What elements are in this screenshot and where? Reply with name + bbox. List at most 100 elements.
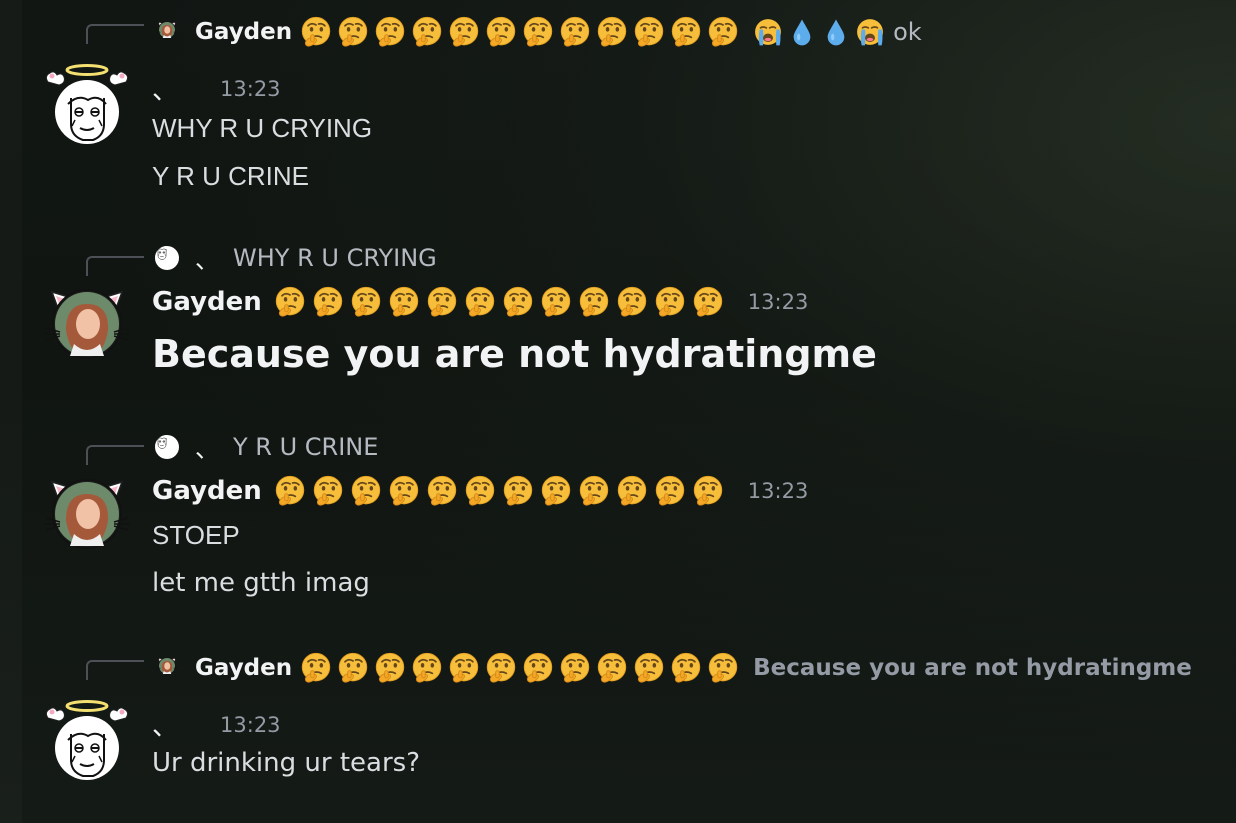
thinking-face-icon [670, 16, 702, 48]
thinking-face-icon [426, 286, 458, 318]
thinking-face-icon [448, 652, 480, 684]
message-line: let me gtth imag [152, 568, 370, 598]
thinking-face-icon [578, 475, 610, 507]
thinking-face-icon [312, 475, 344, 507]
thinking-face-icon [485, 16, 517, 48]
thinking-face-icon [426, 475, 458, 507]
thinking-face-icon [388, 286, 420, 318]
thinking-face-icon [337, 652, 369, 684]
reply-preview[interactable]: Gayden ok [155, 16, 922, 48]
author-name[interactable]: 、 [152, 70, 178, 107]
reply-avatar-icon[interactable] [155, 20, 179, 44]
thinking-face-icon [707, 16, 739, 48]
thinking-face-icon [559, 652, 591, 684]
loudly-crying-face-icon [855, 17, 885, 47]
reply-text: Y R U CRINE [233, 432, 379, 461]
thinking-face-icon [633, 652, 665, 684]
thinking-face-icon [502, 475, 534, 507]
thinking-face-icon [388, 475, 420, 507]
message-2[interactable]: 、 WHY R U CRYING Gayden 13:23 Because yo… [0, 236, 1236, 396]
reply-text: WHY R U CRYING [233, 243, 437, 272]
thinking-face-icon [312, 286, 344, 318]
message-1[interactable]: Gayden ok 、 13:23 WHY R U CRYING Y R U C… [0, 0, 1236, 230]
thinking-face-icon [485, 652, 517, 684]
thinking-face-icon [654, 286, 686, 318]
timestamp[interactable]: 13:23 [220, 77, 281, 101]
droplet-icon [787, 17, 817, 47]
reply-author[interactable]: Gayden [195, 19, 292, 45]
reply-emoji-row [300, 16, 889, 48]
reply-author[interactable]: Gayden [195, 655, 292, 681]
timestamp[interactable]: 13:23 [220, 713, 281, 737]
loudly-crying-face-icon [753, 17, 783, 47]
timestamp[interactable]: 13:23 [748, 479, 809, 503]
thinking-face-icon [540, 286, 572, 318]
thinking-face-icon [300, 652, 332, 684]
thinking-face-icon [540, 475, 572, 507]
thinking-face-icon [448, 16, 480, 48]
thinking-face-icon [411, 652, 443, 684]
thinking-face-icon [616, 475, 648, 507]
reply-avatar-icon[interactable] [155, 245, 179, 270]
thinking-face-icon [522, 16, 554, 48]
reply-avatar-icon[interactable] [155, 434, 179, 459]
thinking-face-icon [274, 286, 306, 318]
thinking-face-icon [654, 475, 686, 507]
thinking-face-icon [374, 652, 406, 684]
reply-spine [86, 24, 144, 44]
thinking-face-icon [578, 286, 610, 318]
author-emoji-row [274, 286, 730, 318]
thinking-face-icon [411, 16, 443, 48]
reply-author[interactable]: 、 [195, 240, 219, 275]
reply-emoji-row [300, 652, 749, 684]
thinking-face-icon [464, 286, 496, 318]
author-name[interactable]: 、 [152, 706, 178, 743]
author-name[interactable]: Gayden [152, 476, 262, 506]
message-header: Gayden 13:23 [152, 475, 808, 507]
thinking-face-icon [274, 475, 306, 507]
thinking-face-icon [596, 652, 628, 684]
thinking-face-icon [350, 286, 382, 318]
thinking-face-icon [559, 16, 591, 48]
message-line: Ur drinking ur tears? [152, 748, 420, 778]
reply-avatar-icon[interactable] [155, 656, 179, 680]
timestamp[interactable]: 13:23 [748, 290, 809, 314]
author-emoji-row [274, 475, 730, 507]
reply-preview[interactable]: 、 WHY R U CRYING [155, 240, 437, 275]
thinking-face-icon [502, 286, 534, 318]
message-line: Y R U CRINE [152, 161, 309, 191]
thinking-face-icon [670, 652, 702, 684]
thinking-face-icon [616, 286, 648, 318]
reply-preview[interactable]: 、 Y R U CRINE [155, 429, 378, 464]
thinking-face-icon [707, 652, 739, 684]
author-avatar-icon[interactable] [44, 474, 130, 570]
thinking-face-icon [374, 16, 406, 48]
thinking-face-icon [692, 475, 724, 507]
thinking-face-icon [300, 16, 332, 48]
author-avatar-icon[interactable] [44, 696, 130, 792]
thinking-face-icon [337, 16, 369, 48]
message-4[interactable]: Gayden Because you are not hydratingme 、… [0, 640, 1236, 820]
message-line: Because you are not hydratingme [152, 332, 877, 376]
thinking-face-icon [522, 652, 554, 684]
reply-spine [86, 660, 144, 680]
reply-preview[interactable]: Gayden Because you are not hydratingme [155, 652, 1192, 684]
reply-author[interactable]: 、 [195, 429, 219, 464]
author-avatar-icon[interactable] [44, 284, 130, 380]
message-line: WHY R U CRYING [152, 113, 373, 143]
droplet-icon [821, 17, 851, 47]
message-3[interactable]: 、 Y R U CRINE Gayden 13:23 STOEP let me … [0, 426, 1236, 616]
thinking-face-icon [692, 286, 724, 318]
reply-spine [86, 445, 144, 465]
thinking-face-icon [633, 16, 665, 48]
thinking-face-icon [596, 16, 628, 48]
thinking-face-icon [464, 475, 496, 507]
reply-spine [86, 256, 144, 276]
author-name[interactable]: Gayden [152, 287, 262, 317]
thinking-face-icon [350, 475, 382, 507]
message-line: STOEP [152, 520, 240, 550]
reply-text: Because you are not hydratingme [753, 655, 1192, 681]
message-header: 、 13:23 [152, 706, 281, 743]
author-avatar-icon[interactable] [44, 60, 130, 156]
message-header: Gayden 13:23 [152, 286, 808, 318]
